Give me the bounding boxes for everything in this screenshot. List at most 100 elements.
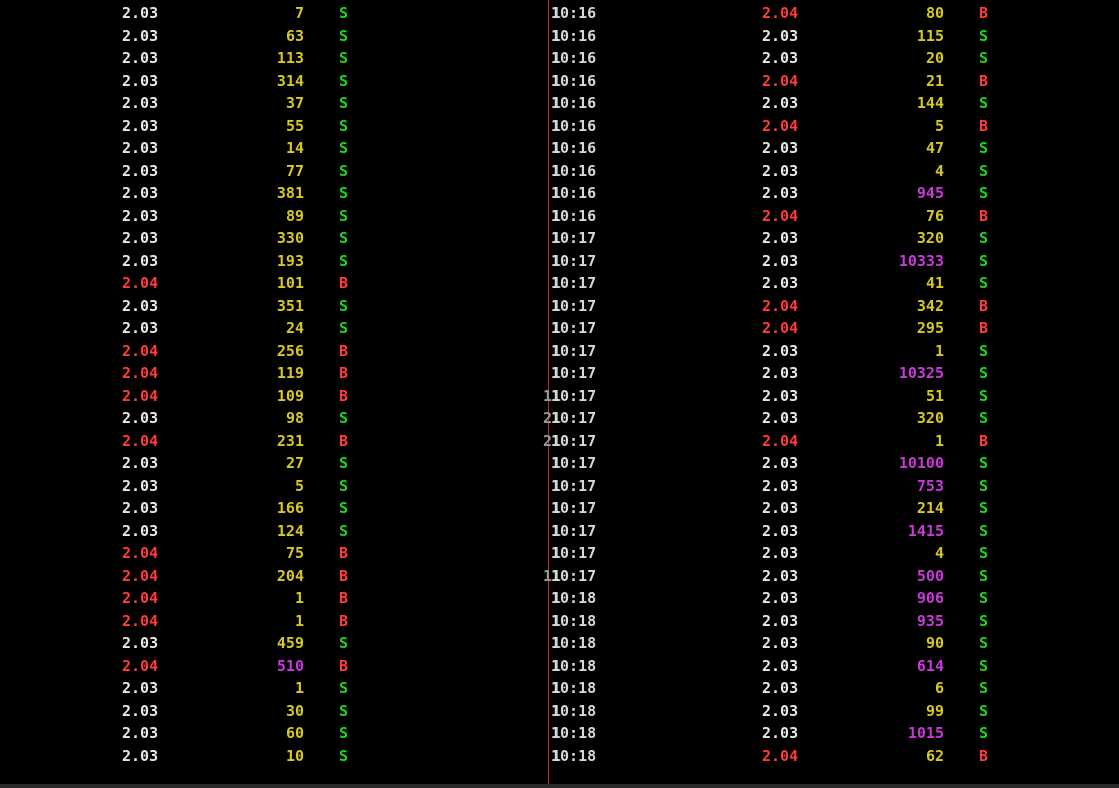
tick-price: 2.03: [122, 296, 159, 315]
tick-time: 10:17: [551, 566, 597, 585]
tick-price: 2.04: [122, 544, 159, 562]
tick-price: 2.03: [122, 184, 159, 202]
tick-side: S: [979, 49, 989, 67]
tick-price: 2.04: [762, 431, 799, 450]
tick-price: 2.03: [762, 566, 799, 585]
tick-volume: 906: [916, 589, 944, 607]
tick-side: S: [979, 161, 989, 180]
tick-price: 2.03: [122, 454, 159, 472]
tick-side: S: [979, 364, 989, 382]
tick-price: 2.03: [122, 251, 159, 270]
tick-side: B: [979, 116, 989, 135]
tick-side: S: [979, 184, 989, 202]
tick-volume: 6: [934, 679, 944, 697]
tick-volume: 10100: [898, 454, 944, 472]
tick-side: S: [979, 724, 989, 742]
tick-volume: 1: [294, 679, 304, 697]
tick-side: S: [979, 409, 989, 427]
tick-price: 2.03: [762, 476, 799, 495]
tick-time: 10:17: [551, 296, 597, 315]
tick-volume: 500: [916, 566, 944, 585]
tick-volume: 193: [276, 251, 304, 270]
tick-side: B: [339, 589, 349, 607]
tick-volume: 21: [925, 71, 944, 90]
tick-time: 10:18: [551, 589, 597, 607]
tick-side: B: [979, 746, 989, 765]
tick-side: S: [979, 139, 989, 157]
tick-volume: 5: [294, 476, 304, 495]
tick-volume: 945: [916, 184, 944, 202]
tick-volume: 14: [285, 139, 304, 157]
tick-side: B: [979, 206, 989, 225]
tick-side: S: [979, 701, 989, 720]
tick-price: 2.03: [122, 139, 159, 157]
tick-volume: 47: [925, 139, 944, 157]
tick-side: S: [339, 701, 349, 720]
tick-price: 2.03: [122, 409, 159, 427]
tick-price: 2.04: [762, 4, 799, 22]
tick-volume: 1: [934, 431, 944, 450]
tick-price: 2.03: [762, 386, 799, 405]
tick-time: 10:17: [551, 386, 597, 405]
tick-volume: 101: [276, 274, 304, 292]
tick-volume: 76: [925, 206, 944, 225]
tick-price: 2.03: [122, 49, 159, 67]
tick-side: S: [339, 71, 349, 90]
tick-side: B: [339, 274, 349, 292]
tick-time: 10:17: [551, 274, 597, 292]
tick-price: 2.03: [762, 161, 799, 180]
tick-side: S: [979, 521, 989, 540]
tick-volume: 320: [916, 229, 944, 247]
tick-time: 10:17: [551, 544, 597, 562]
tick-volume: 20: [925, 49, 944, 67]
bottom-scrollbar[interactable]: [0, 784, 1119, 788]
tick-side: S: [979, 229, 989, 247]
tick-volume: 80: [925, 4, 944, 22]
tick-time: 10:16: [551, 184, 597, 202]
tick-side: B: [339, 431, 349, 450]
tick-volume: 204: [276, 566, 304, 585]
tick-volume: 119: [276, 364, 304, 382]
tick-volume: 1: [294, 611, 304, 630]
tick-volume: 77: [285, 161, 304, 180]
tick-side: B: [339, 386, 349, 405]
tick-time: 10:18: [551, 679, 597, 697]
tick-time: 10:16: [551, 49, 597, 67]
tick-price: 2.03: [122, 94, 159, 112]
tick-volume: 935: [916, 611, 944, 630]
tick-price: 2.03: [122, 634, 159, 652]
tick-time: 10:17: [551, 454, 597, 472]
tick-volume: 342: [916, 296, 944, 315]
tick-price: 2.04: [762, 296, 799, 315]
tick-time: 10:17: [551, 476, 597, 495]
tick-side: S: [339, 521, 349, 540]
tick-side: S: [979, 341, 989, 360]
tick-volume: 98: [285, 409, 304, 427]
tick-side: S: [339, 139, 349, 157]
tick-side: S: [979, 94, 989, 112]
tick-time: 10:17: [551, 409, 597, 427]
tick-price: 2.04: [122, 566, 159, 585]
tick-price: 2.03: [762, 26, 799, 45]
tick-time: 10:17: [551, 521, 597, 540]
tick-volume: 10333: [898, 251, 944, 270]
tick-side: S: [339, 409, 349, 427]
tick-price: 2.03: [762, 94, 799, 112]
tick-time: 10:16: [551, 161, 597, 180]
tick-volume: 90: [925, 634, 944, 652]
tick-side: S: [339, 4, 349, 22]
tick-volume: 99: [925, 701, 944, 720]
tick-volume: 30: [285, 701, 304, 720]
tick-side: S: [979, 679, 989, 697]
tick-time: 10:16: [551, 94, 597, 112]
tick-volume: 1: [294, 589, 304, 607]
tick-time: 10:17: [551, 341, 597, 360]
tick-side: S: [339, 634, 349, 652]
tick-side: S: [339, 161, 349, 180]
tick-volume: 4: [934, 161, 944, 180]
tick-price: 2.03: [762, 701, 799, 720]
tick-side: S: [339, 229, 349, 247]
tick-side: B: [339, 656, 349, 675]
tick-volume: 37: [285, 94, 304, 112]
tick-time: 10:18: [551, 746, 597, 765]
